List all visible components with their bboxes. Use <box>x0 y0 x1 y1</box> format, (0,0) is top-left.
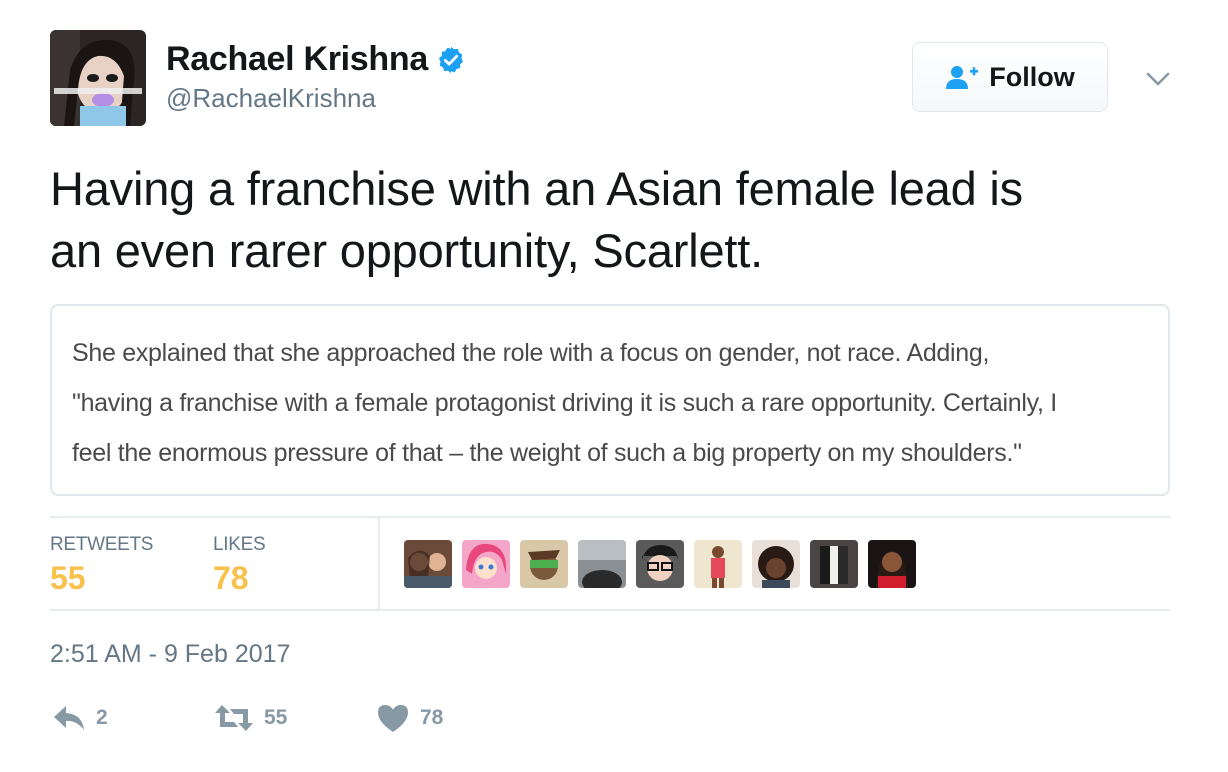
tweet-timestamp[interactable]: 2:51 AM - 9 Feb 2017 <box>50 640 290 669</box>
quote-text: She explained that she approached the ro… <box>72 328 1148 478</box>
liker-avatar[interactable] <box>578 540 626 588</box>
chevron-down-icon[interactable] <box>1143 64 1173 94</box>
tweet-text: Having a franchise with an Asian female … <box>50 158 1180 282</box>
retweet-icon <box>215 705 253 731</box>
likes-count: 78 <box>213 560 249 596</box>
stats-separator <box>378 518 380 610</box>
quote-image-card[interactable]: She explained that she approached the ro… <box>50 304 1170 496</box>
stats-top-divider <box>50 516 1170 518</box>
author-avatar[interactable] <box>50 30 146 126</box>
like-button[interactable]: 78 <box>376 703 443 733</box>
liker-avatar[interactable] <box>752 540 800 588</box>
retweets-count: 55 <box>50 560 86 596</box>
retweets-label: RETWEETS <box>50 534 154 555</box>
retweets-stat[interactable]: RETWEETS 55 <box>50 534 153 597</box>
stats-bottom-divider <box>50 609 1170 611</box>
tweet-text-line: Having a franchise with an Asian female … <box>50 162 1023 215</box>
quote-text-line: feel the enormous pressure of that – the… <box>72 439 1022 467</box>
liker-avatar[interactable] <box>462 540 510 588</box>
liker-avatar[interactable] <box>810 540 858 588</box>
liker-avatar[interactable] <box>636 540 684 588</box>
like-count: 78 <box>420 706 444 729</box>
tweet-text-line: an even rarer opportunity, Scarlett. <box>50 224 763 277</box>
likers-avatars <box>404 540 916 588</box>
likes-stat[interactable]: LIKES 78 <box>213 534 266 597</box>
liker-avatar[interactable] <box>868 540 916 588</box>
follow-button[interactable]: Follow <box>912 42 1108 112</box>
retweet-count: 55 <box>264 706 288 729</box>
liker-avatar[interactable] <box>520 540 568 588</box>
retweet-button[interactable]: 55 <box>214 703 287 733</box>
author-display-name[interactable]: Rachael Krishna <box>166 40 428 79</box>
reply-count: 2 <box>96 706 108 729</box>
liker-avatar[interactable] <box>694 540 742 588</box>
likes-label: LIKES <box>213 534 266 555</box>
follow-button-label: Follow <box>989 61 1075 92</box>
reply-icon <box>54 706 84 730</box>
add-user-icon <box>946 66 979 89</box>
author-handle[interactable]: @RachaelKrishna <box>166 83 466 114</box>
reply-button[interactable]: 2 <box>52 703 108 733</box>
verified-badge-icon <box>438 46 463 73</box>
liker-avatar[interactable] <box>404 540 452 588</box>
quote-text-line: She explained that she approached the ro… <box>72 339 990 367</box>
quote-text-line: "having a franchise with a female protag… <box>72 389 1057 417</box>
heart-icon <box>378 705 408 732</box>
